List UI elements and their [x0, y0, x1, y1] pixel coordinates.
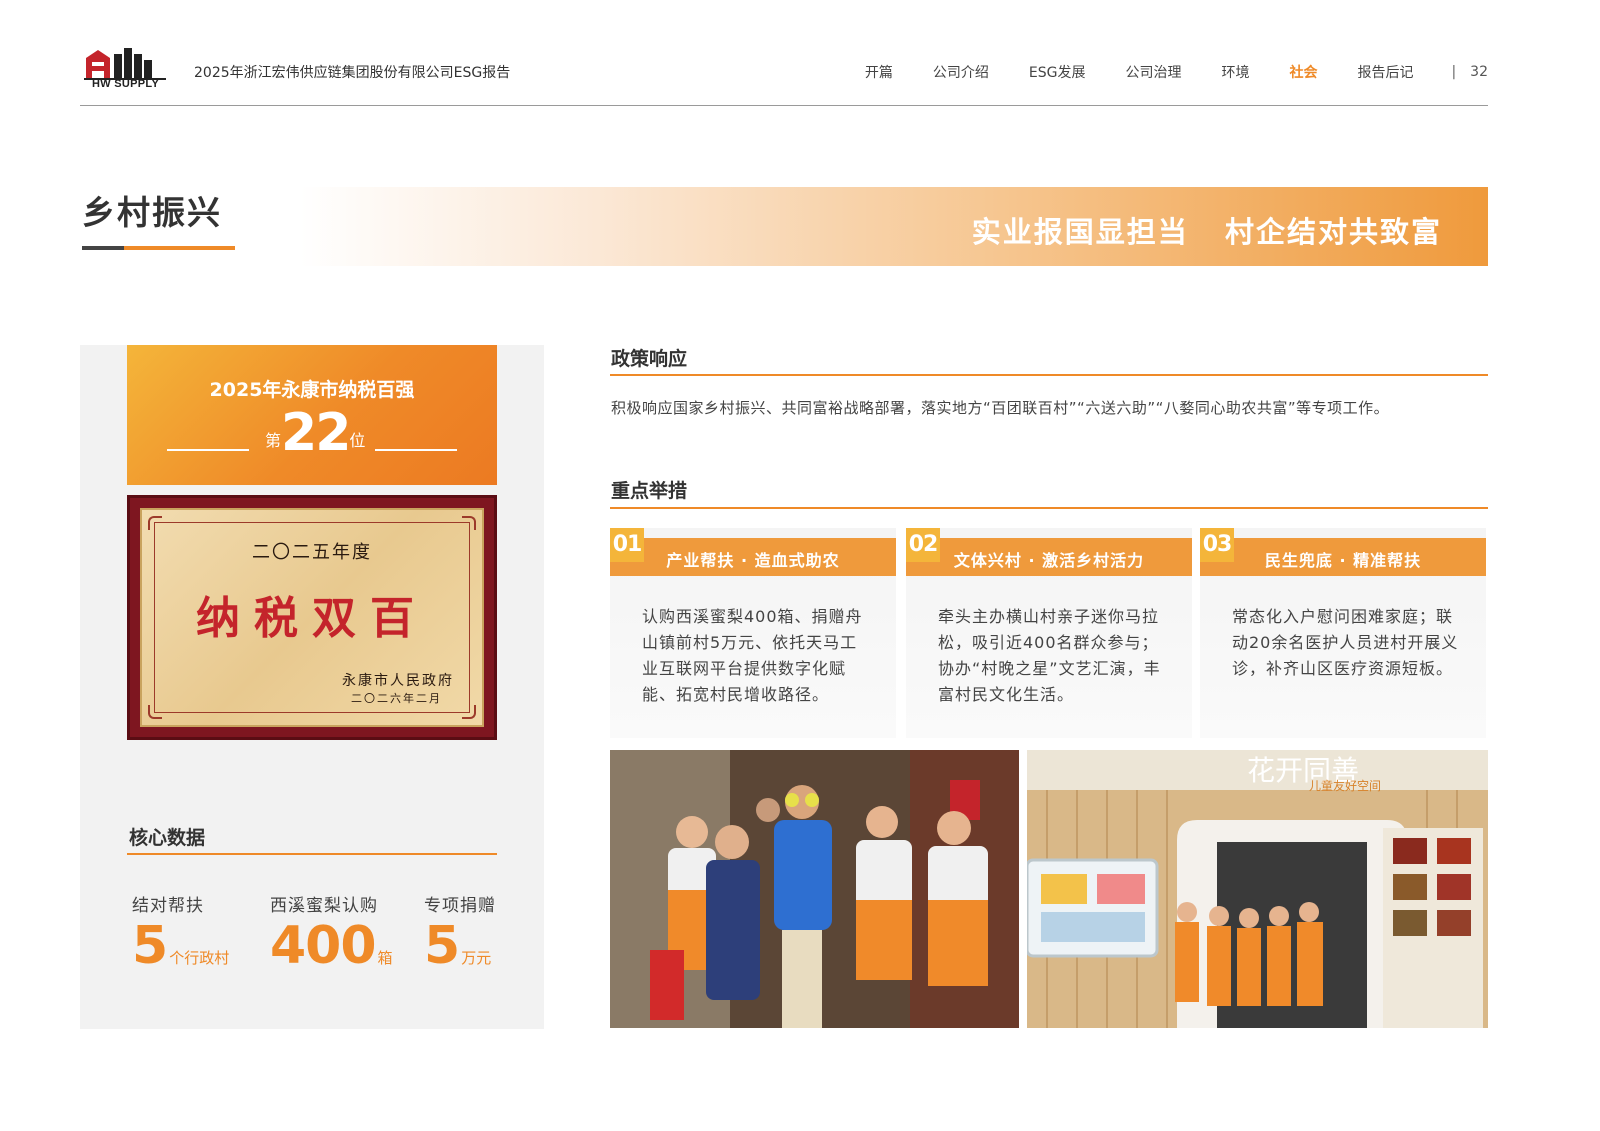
ornament-icon — [462, 705, 476, 719]
section-banner: 实业报国显担当 村企结对共致富 — [300, 187, 1488, 266]
rank-divider-right — [375, 449, 457, 451]
measure-card-industry: 产业帮扶 · 造血式助农 01 认购西溪蜜梨400箱、捐赠舟山镇前村5万元、依托… — [610, 528, 896, 738]
plaque-year: 二〇二五年度 — [252, 542, 372, 563]
stat-value: 400 箱 — [270, 920, 393, 972]
nav-item-environment[interactable]: 环境 — [1221, 62, 1249, 82]
nav-item-company-intro[interactable]: 公司介绍 — [933, 62, 989, 82]
rank-divider-left — [167, 449, 249, 451]
stat-label: 专项捐赠 — [424, 896, 496, 916]
page-header: HW SUPPLY 2025年浙江宏伟供应链集团股份有限公司ESG报告 开篇 公… — [80, 40, 1488, 106]
nav-item-society[interactable]: 社会 — [1289, 62, 1317, 82]
measures-divider — [610, 507, 1488, 509]
section-title: 乡村振兴 — [82, 193, 222, 232]
stat-unit: 个行政村 — [169, 949, 230, 967]
card-title: 文体兴村 · 激活乡村活力 — [953, 551, 1145, 570]
top-nav: 开篇 公司介绍 ESG发展 公司治理 环境 社会 报告后记 | 32 — [825, 62, 1488, 82]
plaque-award-name: 纳税双百 — [196, 593, 428, 644]
nav-item-governance[interactable]: 公司治理 — [1125, 62, 1181, 82]
stat-unit: 万元 — [461, 949, 492, 967]
banner-slogan: 实业报国显担当 村企结对共致富 — [971, 215, 1442, 249]
measure-card-livelihood: 民生兜底 · 精准帮扶 03 常态化入户慰问困难家庭；联动20余名医护人员进村开… — [1200, 528, 1486, 738]
rank-value: 第 22 位 — [265, 407, 365, 459]
card-header: 产业帮扶 · 造血式助农 — [610, 538, 896, 576]
measures-title: 重点举措 — [611, 480, 688, 502]
stat-value: 5 个行政村 — [132, 920, 229, 972]
rank-prefix: 第 — [265, 431, 282, 450]
plaque-face: 二〇二五年度 纳税双百 永康市人民政府 二〇二六年二月 — [140, 508, 484, 727]
card-header: 文体兴村 · 激活乡村活力 — [906, 538, 1192, 576]
card-body: 认购西溪蜜梨400箱、捐赠舟山镇前村5万元、依托天马工业互联网平台提供数字化赋能… — [642, 607, 863, 704]
logo-text: HW SUPPLY — [92, 78, 160, 90]
policy-divider — [610, 374, 1488, 376]
card-number: 02 — [906, 528, 940, 562]
ornament-icon — [148, 516, 162, 530]
card-number: 01 — [610, 528, 644, 562]
rank-number: 22 — [281, 403, 351, 463]
photo-children-space: 花开同善 儿童友好空间 — [1027, 750, 1488, 1028]
ornament-icon — [148, 705, 162, 719]
stat-label: 结对帮扶 — [132, 896, 204, 916]
nav-item-esg-development[interactable]: ESG发展 — [1029, 62, 1086, 82]
space-sign-subtext: 儿童友好空间 — [1309, 778, 1381, 793]
tax-rank-box: 2025年永康市纳税百强 第 22 位 — [127, 345, 497, 485]
card-title: 产业帮扶 · 造血式助农 — [666, 551, 840, 570]
plaque-issuer: 永康市人民政府 — [342, 673, 454, 689]
stat-number: 5 — [424, 916, 460, 976]
card-body: 常态化入户慰问困难家庭；联动20余名医护人员进村开展义诊，补齐山区医疗资源短板。 — [1232, 607, 1459, 678]
policy-title: 政策响应 — [611, 348, 688, 370]
plaque-date: 二〇二六年二月 — [351, 692, 442, 705]
rank-suffix: 位 — [349, 431, 366, 450]
award-plaque: 二〇二五年度 纳税双百 永康市人民政府 二〇二六年二月 — [127, 495, 497, 740]
stat-number: 400 — [270, 916, 377, 976]
stat-unit: 箱 — [377, 949, 393, 967]
page-number: 32 — [1470, 64, 1488, 80]
rank-title: 2025年永康市纳税百强 — [209, 379, 415, 401]
nav-item-postscript[interactable]: 报告后记 — [1357, 62, 1413, 82]
card-body: 牵头主办横山村亲子迷你马拉松，吸引近400名群众参与；协办“村晚之星”文艺汇演，… — [938, 607, 1161, 704]
measure-card-culture: 文体兴村 · 激活乡村活力 02 牵头主办横山村亲子迷你马拉松，吸引近400名群… — [906, 528, 1192, 738]
core-data-title: 核心数据 — [129, 827, 206, 849]
title-underline-accent — [124, 246, 235, 250]
stat-value: 5 万元 — [424, 920, 496, 972]
nav-separator: | — [1451, 64, 1457, 80]
card-number: 03 — [1200, 528, 1234, 562]
stat-pairing: 结对帮扶 5 个行政村 — [132, 891, 229, 972]
policy-text: 积极响应国家乡村振兴、共同富裕战略部署，落实地方“百团联百村”“六送六助”“八婺… — [611, 399, 1390, 417]
left-panel: 2025年永康市纳税百强 第 22 位 二〇二五年度 纳税双百 永康市人民政府 … — [80, 345, 544, 1029]
report-title: 2025年浙江宏伟供应链集团股份有限公司ESG报告 — [194, 65, 511, 81]
card-header: 民生兜底 · 精准帮扶 — [1200, 538, 1486, 576]
nav-item-opening[interactable]: 开篇 — [865, 62, 893, 82]
card-title: 民生兜底 · 精准帮扶 — [1264, 551, 1422, 570]
photo-volunteers-visit — [610, 750, 1019, 1028]
core-data-divider — [127, 853, 497, 855]
stat-pear-purchase: 西溪蜜梨认购 400 箱 — [270, 891, 393, 972]
ornament-icon — [462, 516, 476, 530]
stat-number: 5 — [132, 916, 168, 976]
stat-donation: 专项捐赠 5 万元 — [424, 891, 496, 972]
title-underline-dark — [82, 246, 124, 250]
stat-label: 西溪蜜梨认购 — [270, 896, 378, 916]
